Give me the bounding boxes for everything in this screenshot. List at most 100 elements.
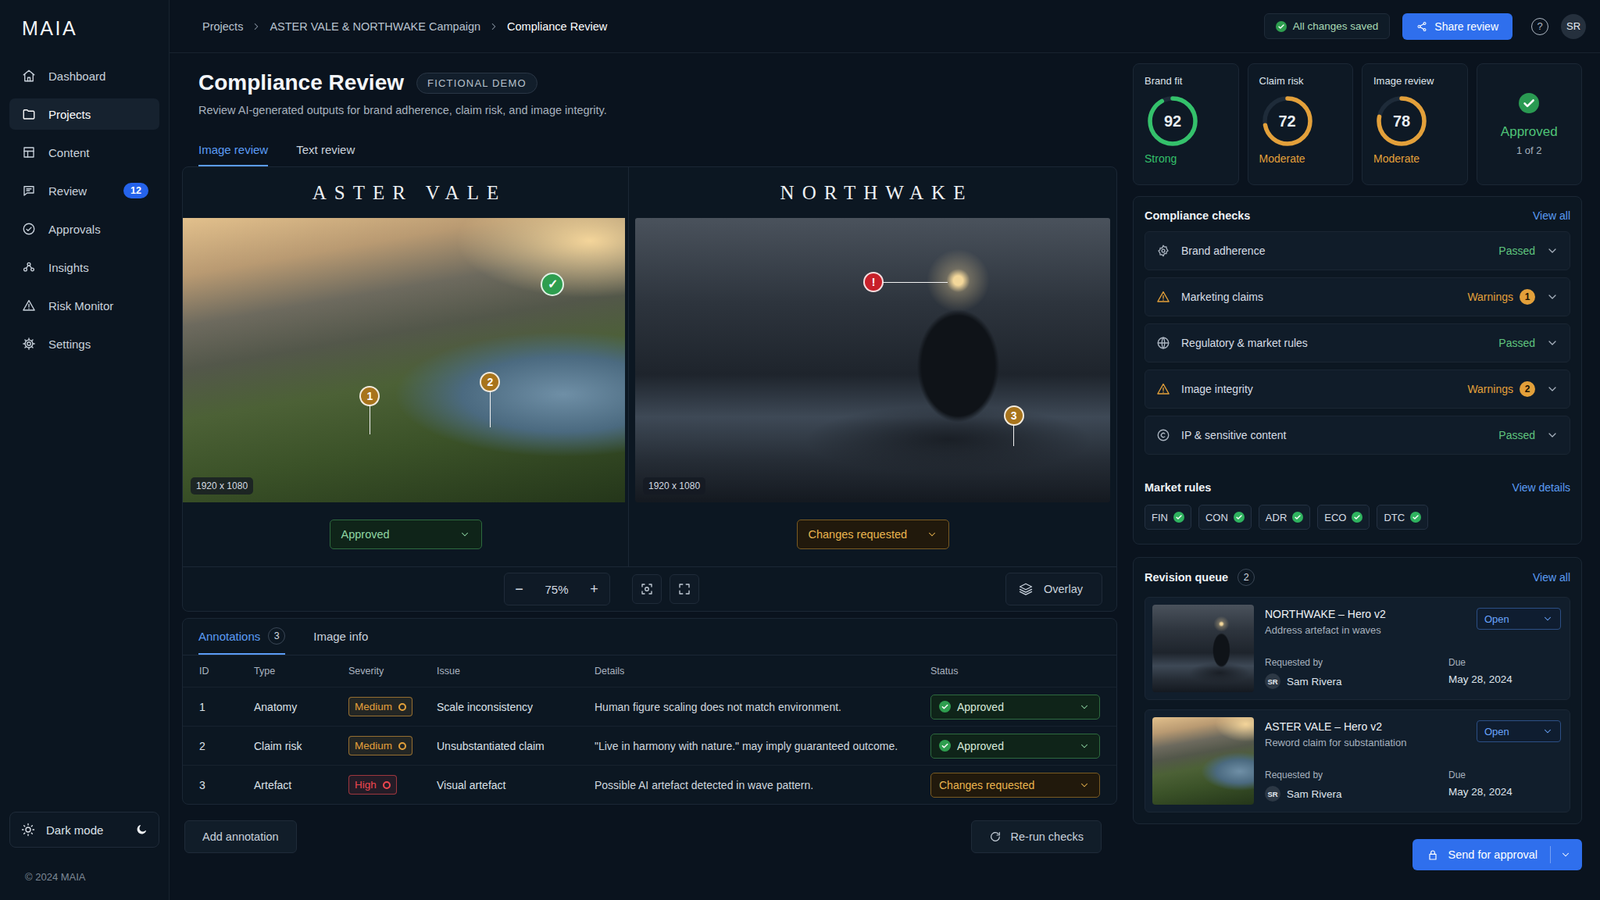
revision-item[interactable]: ASTER VALE – Hero v2Reword claim for sub… [1144, 709, 1571, 813]
tab[interactable]: Image info [313, 618, 368, 655]
cell-issue: Scale inconsistency [436, 700, 595, 714]
status-dropdown[interactable]: Changes requested [930, 772, 1100, 798]
sidebar-item[interactable]: Content [9, 136, 160, 168]
cell-details: "Live in harmony with nature." may imply… [594, 739, 931, 753]
check-circle-icon [1351, 511, 1363, 523]
score-cards: Brand fit92StrongClaim risk72ModerateIma… [1132, 63, 1583, 186]
market-tag[interactable]: ECO [1317, 504, 1370, 530]
sidebar-item[interactable]: Projects [9, 98, 160, 130]
revision-item[interactable]: NORTHWAKE – Hero v2Address artefact in w… [1144, 596, 1571, 700]
sidebar-item-label: Risk Monitor [48, 299, 114, 313]
fit-icon [639, 582, 654, 597]
sidebar-item[interactable]: Settings [9, 328, 160, 360]
revision-thumbnail [1152, 604, 1254, 693]
annotation-marker[interactable]: 3 [1003, 405, 1025, 426]
breadcrumb-item[interactable]: Projects [202, 20, 243, 33]
compliance-panel: Compliance checksView allBrand adherence… [1132, 196, 1583, 545]
table-row[interactable]: 1AnatomyMediumScale inconsistencyHuman f… [182, 686, 1117, 726]
score-title: Image review [1373, 75, 1434, 87]
copyright: © 2024 MAIA [9, 871, 160, 883]
rerun-checks-button[interactable]: Re-run checks [971, 820, 1102, 854]
check-circle-icon [939, 700, 951, 713]
sidebar-item-label: Dashboard [48, 69, 106, 83]
creative-image[interactable]: !31920 x 1080 [635, 217, 1111, 503]
tab[interactable]: Annotations3 [198, 618, 286, 655]
fit-button[interactable] [632, 574, 662, 604]
image-status-row: Approved [329, 502, 483, 567]
status-dropdown[interactable]: Changes requested [796, 519, 950, 550]
overlay-button[interactable]: Overlay [1005, 572, 1103, 606]
annotation-marker[interactable]: 2 [479, 371, 500, 393]
market-tag[interactable]: CON [1198, 504, 1252, 530]
sidebar-item[interactable]: Review12 [9, 175, 160, 207]
status-dropdown[interactable]: Approved [930, 694, 1100, 720]
share-button[interactable]: Share review [1402, 13, 1513, 40]
fullscreen-button[interactable] [669, 574, 700, 604]
help-button[interactable]: ? [1531, 17, 1549, 36]
check-circle-icon [1518, 92, 1540, 114]
breadcrumb-item[interactable]: ASTER VALE & NORTHWAKE Campaign [269, 20, 481, 33]
compliance-row[interactable]: Marketing claimsWarnings1 [1144, 277, 1571, 317]
annotation-marker[interactable]: ✓ [540, 272, 565, 297]
tab[interactable]: Text review [296, 142, 355, 167]
check-circle-icon [1173, 511, 1185, 523]
approval-progress: 1 of 2 [1516, 144, 1543, 157]
revision-status-dropdown[interactable]: Open [1476, 607, 1561, 630]
send-for-approval-button[interactable]: Send for approval [1412, 839, 1583, 871]
zoom-out-button[interactable]: − [504, 581, 535, 598]
table-row[interactable]: 2Claim riskMediumUnsubstantiated claim"L… [182, 725, 1117, 765]
creative-image[interactable]: ✓121920 x 1080 [182, 217, 625, 503]
chevron-down-icon [1546, 244, 1559, 258]
market-tag[interactable]: FIN [1144, 504, 1192, 530]
compliance-row[interactable]: Regulatory & market rulesPassed [1144, 323, 1571, 363]
market-tag[interactable]: ADR [1258, 504, 1311, 530]
zoom-in-button[interactable]: + [579, 581, 610, 598]
logo[interactable]: MAIA [9, 17, 160, 40]
marker-line [882, 282, 948, 284]
table-row[interactable]: 3ArtefactHighVisual artefactPossible AI … [182, 764, 1117, 804]
view-all-link[interactable]: View all [1532, 209, 1571, 222]
revision-status-dropdown[interactable]: Open [1476, 720, 1561, 743]
sidebar-item[interactable]: Insights [9, 251, 160, 283]
revision-note: Reword claim for substantiation [1264, 736, 1407, 749]
status-label: Approved [341, 528, 390, 541]
check-label: IP & sensitive content [1181, 428, 1286, 442]
sidebar-item[interactable]: Risk Monitor [9, 289, 160, 322]
score-gauge: 72 [1260, 94, 1315, 148]
cell-status: Approved [930, 733, 1100, 759]
sidebar-item[interactable]: Dashboard [9, 60, 160, 92]
view-details-link[interactable]: View details [1512, 481, 1571, 494]
warning-count: 2 [1519, 381, 1536, 397]
score-title: Claim risk [1259, 75, 1304, 87]
market-tag[interactable]: DTC [1376, 504, 1429, 530]
review-column: Compliance ReviewFICTIONAL DEMOReview AI… [169, 53, 1133, 900]
compliance-row[interactable]: IP & sensitive contentPassed [1144, 415, 1571, 455]
annotation-marker[interactable]: ! [863, 271, 884, 293]
view-all-link[interactable]: View all [1532, 571, 1571, 584]
dark-mode-toggle[interactable]: Dark mode [9, 811, 160, 848]
cell-issue: Unsubstantiated claim [436, 739, 595, 753]
add-annotation-button[interactable]: Add annotation [184, 820, 297, 854]
severity-label: Medium [354, 700, 393, 713]
status-dropdown[interactable]: Approved [329, 519, 483, 550]
due-value: May 28, 2024 [1448, 785, 1561, 798]
user-avatar[interactable]: SR [1560, 14, 1586, 40]
revision-thumbnail [1152, 717, 1254, 805]
demo-tag: FICTIONAL DEMO [416, 72, 538, 94]
cell-type: Anatomy [253, 700, 349, 714]
annotation-tabs: Annotations3 Image info [182, 618, 1117, 656]
requester-name: Sam Rivera [1286, 788, 1343, 800]
tab[interactable]: Image review [198, 142, 268, 167]
image-compare-card: ASTER VALE✓121920 x 1080ApprovedNORTHWAK… [182, 166, 1118, 612]
compliance-row[interactable]: Image integrityWarnings2 [1144, 369, 1571, 409]
requester: SRSam Rivera [1264, 673, 1449, 690]
annotation-marker[interactable]: 1 [359, 385, 380, 407]
market-tag-label: ECO [1324, 511, 1347, 524]
share-label: Share review [1434, 20, 1499, 33]
status-dropdown[interactable]: Approved [930, 733, 1100, 759]
compliance-row[interactable]: Brand adherencePassed [1144, 231, 1571, 271]
annotations-card: Annotations3Image infoIDTypeSeverityIssu… [182, 617, 1118, 805]
sidebar-item[interactable]: Approvals [9, 213, 160, 245]
revision-meta: Requested bySRSam RiveraDueMay 28, 2024 [1264, 657, 1561, 690]
cell-status: Changes requested [930, 772, 1100, 798]
